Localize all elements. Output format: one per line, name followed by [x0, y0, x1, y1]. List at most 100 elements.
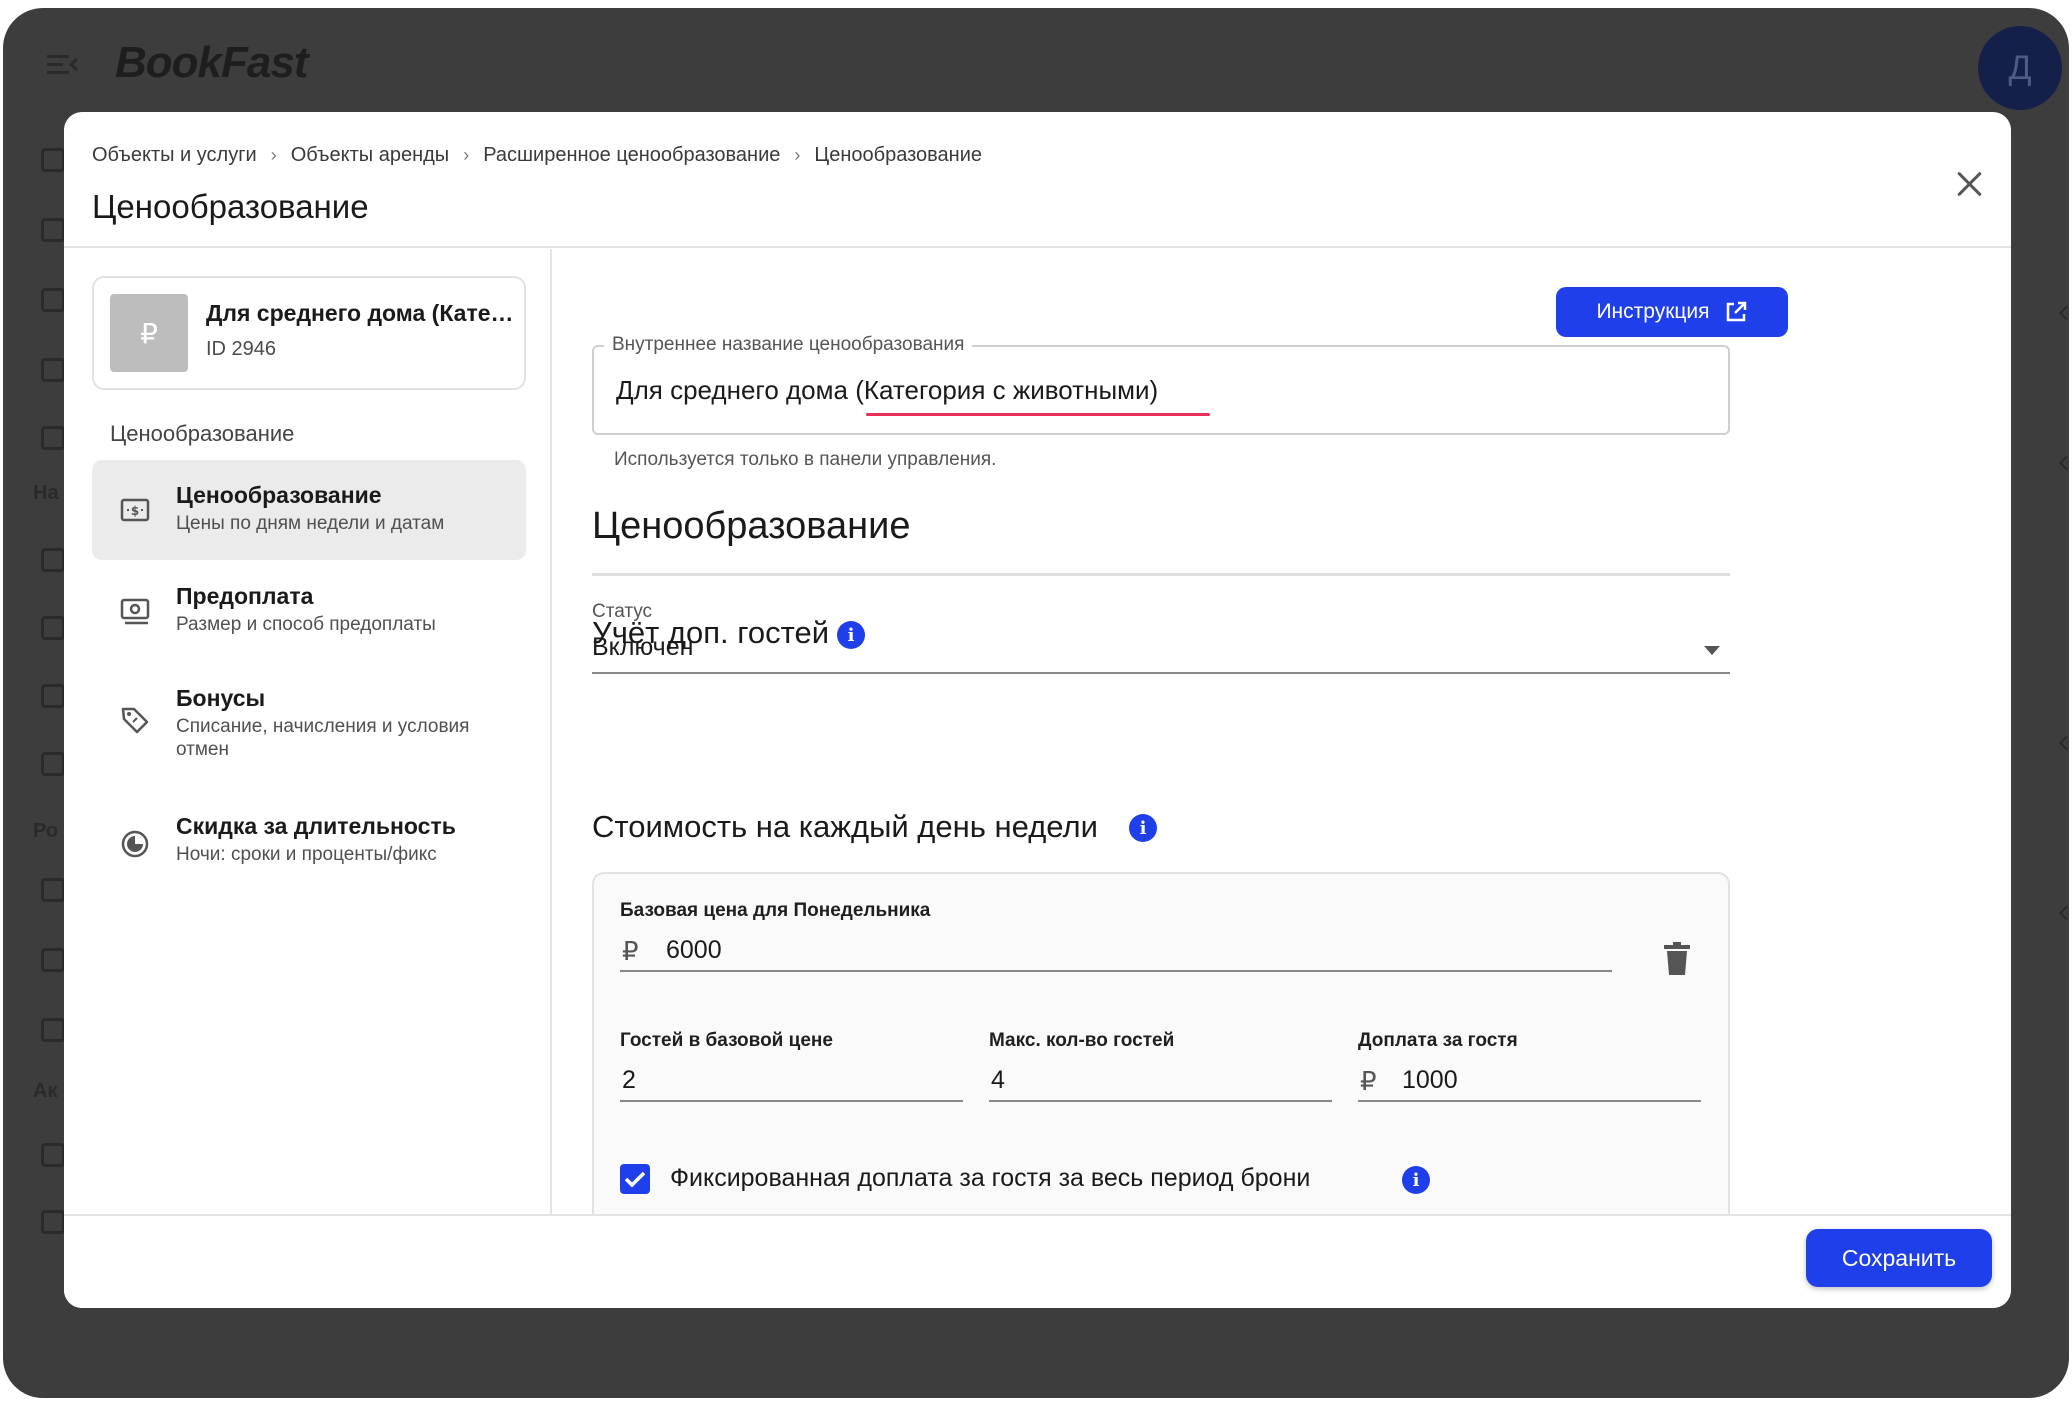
breadcrumb-item[interactable]: Объекты аренды: [291, 144, 450, 167]
weekday-price-card: Базовая цена для Понедельника ₽ 6000 Гос…: [592, 872, 1730, 1214]
ruble-icon: ₽: [1360, 1066, 1377, 1096]
chevron-right-icon: ›: [270, 145, 277, 165]
sidebar-item-pricing[interactable]: $ Ценообразование Цены по дням недели и …: [92, 460, 526, 560]
bg-sidebar-text: Ро: [33, 820, 59, 842]
external-link-icon: [1726, 301, 1746, 322]
bonus-tag-icon: [120, 705, 150, 735]
bg-sidebar-icon: [41, 684, 65, 708]
internal-name-field[interactable]: Внутреннее название ценообразования Для …: [592, 334, 1730, 435]
property-thumbnail: ₽: [110, 294, 188, 372]
sidebar-item-duration-discount[interactable]: Скидка за длительность Ночи: сроки и про…: [92, 797, 526, 887]
bg-sidebar-icon: [41, 752, 65, 776]
sidebar-item-subtitle: Цены по дням недели и датам: [176, 513, 445, 534]
max-guests-input[interactable]: 4: [989, 1060, 1332, 1102]
bg-sidebar-icon: [41, 148, 65, 172]
base-price-input[interactable]: ₽ 6000: [620, 930, 1612, 972]
bg-sidebar-icon: [41, 358, 65, 382]
breadcrumb: Объекты и услуги › Объекты аренды › Расш…: [92, 144, 982, 167]
bg-chevron-icon: [2058, 305, 2069, 321]
property-card: ₽ Для среднего дома (Категория с животны…: [92, 276, 526, 390]
internal-name-helper: Используется только в панели управления.: [614, 449, 997, 470]
trash-icon[interactable]: [1664, 942, 1690, 976]
sidebar-section-label: Ценообразование: [110, 421, 295, 446]
base-price-label: Базовая цена для Понедельника: [620, 900, 931, 921]
info-icon[interactable]: i: [1129, 814, 1157, 842]
extra-fee-value: 1000: [1402, 1066, 1458, 1094]
breadcrumb-item[interactable]: Объекты и услуги: [92, 144, 257, 167]
sidebar-item-title: Скидка за длительность: [176, 813, 456, 839]
internal-name-input[interactable]: Для среднего дома (Категория с животными…: [616, 375, 1158, 406]
modal-footer: Сохранить: [64, 1214, 2011, 1308]
sidebar-item-bonuses[interactable]: Бонусы Списание, начисления и условия от…: [92, 669, 526, 779]
bg-sidebar-icon: [41, 218, 65, 242]
max-guests-label: Макс. кол-во гостей: [989, 1030, 1175, 1051]
guests-in-base-value: 2: [622, 1066, 636, 1094]
sidebar-item-title: Предоплата: [176, 583, 314, 609]
breadcrumb-item-current: Ценообразование: [814, 144, 983, 166]
bg-sidebar-icon: [41, 288, 65, 312]
spellcheck-underline: [866, 413, 1210, 416]
bg-sidebar-icon: [41, 426, 65, 450]
pricing-heading: Ценообразование: [592, 505, 911, 547]
checkmark-icon: [624, 1171, 646, 1188]
guests-in-base-input[interactable]: 2: [620, 1060, 963, 1102]
fixed-fee-label[interactable]: Фиксированная доплата за гостя за весь п…: [670, 1164, 1310, 1193]
divider: [592, 573, 1730, 576]
close-icon[interactable]: [1951, 166, 1987, 202]
fixed-fee-checkbox[interactable]: [620, 1164, 650, 1194]
pricing-modal: Объекты и услуги › Объекты аренды › Расш…: [64, 112, 2011, 1308]
status-label: Статус: [592, 601, 653, 622]
price-tag-icon: $: [120, 495, 150, 525]
extra-fee-input[interactable]: ₽ 1000: [1358, 1060, 1701, 1102]
sidebar-item-title: Ценообразование: [176, 482, 382, 508]
pricing-sidebar: ₽ Для среднего дома (Категория с животны…: [64, 249, 552, 1214]
info-icon[interactable]: i: [837, 621, 865, 649]
sidebar-item-subtitle: Ночи: сроки и проценты/фикс: [176, 844, 437, 865]
extra-fee-label: Доплата за гостя: [1358, 1030, 1518, 1051]
chevron-right-icon: ›: [794, 145, 801, 165]
pie-chart-icon: [120, 829, 150, 859]
bg-sidebar-icon: [41, 1143, 65, 1167]
bg-sidebar-icon: [41, 1210, 65, 1234]
page-title: Ценообразование: [92, 188, 369, 225]
bg-sidebar-text: Ак: [33, 1080, 58, 1102]
avatar[interactable]: Д: [1978, 26, 2062, 110]
modal-header: Объекты и услуги › Объекты аренды › Расш…: [64, 112, 2011, 248]
status-select-underline: [592, 672, 1730, 674]
info-icon[interactable]: i: [1402, 1166, 1430, 1194]
instruction-button[interactable]: Инструкция: [1556, 287, 1788, 337]
pricing-form: Инструкция Внутреннее название ценообраз…: [554, 249, 2011, 1214]
svg-text:$: $: [131, 504, 139, 518]
cash-icon: [120, 597, 150, 627]
bg-sidebar-icon: [41, 948, 65, 972]
bg-sidebar-text: На: [33, 482, 59, 504]
bg-chevron-icon: [2058, 455, 2069, 471]
sidebar-item-subtitle: Размер и способ предоплаты: [176, 614, 436, 635]
bg-sidebar-icon: [41, 878, 65, 902]
instruction-button-label: Инструкция: [1596, 300, 1710, 323]
chevron-right-icon: ›: [463, 145, 470, 165]
dropdown-arrow-icon[interactable]: [1704, 646, 1720, 655]
bg-sidebar-icon: [41, 1018, 65, 1042]
property-name: Для среднего дома (Категория с животными…: [206, 300, 516, 326]
base-price-value: 6000: [666, 936, 722, 964]
internal-name-label: Внутреннее название ценообразования: [604, 334, 973, 356]
bg-sidebar-icon: [41, 616, 65, 640]
breadcrumb-item[interactable]: Расширенное ценообразование: [483, 144, 780, 167]
sidebar-item-prepayment[interactable]: Предоплата Размер и способ предоплаты: [92, 567, 526, 657]
weekday-cost-heading: Стоимость на каждый день недели: [592, 809, 1098, 844]
save-button[interactable]: Сохранить: [1806, 1229, 1992, 1287]
app-backdrop: BookFast Д На Ро Ак Объекты и услуги › О…: [3, 8, 2069, 1398]
status-select[interactable]: Включен: [592, 633, 693, 662]
app-logo[interactable]: BookFast: [115, 38, 308, 88]
sidebar-item-title: Бонусы: [176, 685, 266, 711]
bg-chevron-icon: [2058, 735, 2069, 751]
sidebar-item-subtitle: Списание, начисления и условия отмен: [176, 716, 470, 760]
max-guests-value: 4: [991, 1066, 1005, 1094]
bg-chevron-icon: [2058, 905, 2069, 921]
property-id: ID 2946: [206, 338, 277, 360]
menu-icon[interactable]: [47, 53, 79, 77]
ruble-icon: ₽: [622, 936, 639, 966]
guests-in-base-label: Гостей в базовой цене: [620, 1030, 833, 1051]
bg-sidebar-icon: [41, 548, 65, 572]
